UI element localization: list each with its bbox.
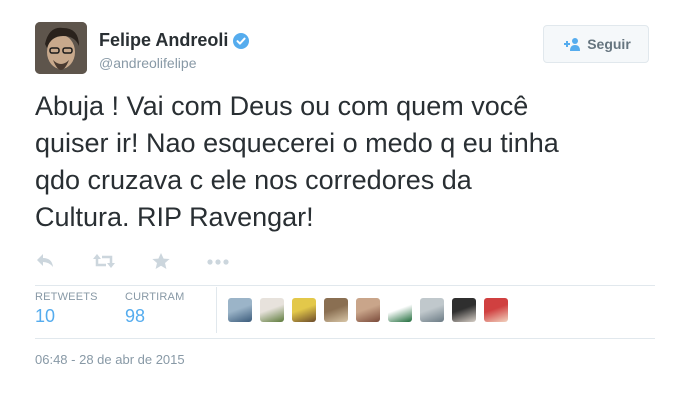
likes-count-stat[interactable]: CURTIRAM 98 [125,291,184,327]
liker-avatar[interactable] [260,298,284,322]
author-name[interactable]: Felipe Andreoli [99,30,228,51]
more-icon[interactable] [206,252,230,270]
tweet-line: quiser ir! Nao esquecerei o medo q eu ti… [35,128,559,158]
retweet-icon[interactable] [92,252,116,270]
liker-avatars [228,298,516,322]
author-name-row: Felipe Andreoli [99,30,250,51]
follow-button[interactable]: Seguir [543,25,649,63]
tweet-line: qdo cruzava c ele nos corredores da [35,165,472,195]
avatar-photo [35,22,87,74]
reply-icon[interactable] [35,252,55,270]
liker-avatar[interactable] [324,298,348,322]
tweet-timestamp[interactable]: 06:48 - 28 de abr de 2015 [35,352,185,367]
liker-avatar[interactable] [420,298,444,322]
stats-separator [216,287,217,333]
likes-label: CURTIRAM [125,291,185,303]
liker-avatar[interactable] [484,298,508,322]
tweet-line: Cultura. RIP Ravengar! [35,202,314,232]
tweet-line: Abuja ! Vai com Deus ou com quem você [35,91,529,121]
tweet-text: Abuja ! Vai com Deus ou com quem você qu… [35,88,675,236]
retweets-label: RETWEETS [35,291,98,303]
follow-button-label: Seguir [587,36,631,52]
author-avatar[interactable] [35,22,87,74]
liker-avatar[interactable] [356,298,380,322]
favorite-star-icon[interactable] [151,252,171,270]
liker-avatar[interactable] [292,298,316,322]
author-handle[interactable]: @andreolifelipe [99,55,197,71]
retweet-count-stat[interactable]: RETWEETS 10 [35,291,98,327]
add-user-icon [564,38,581,51]
liker-avatar[interactable] [452,298,476,322]
liker-avatar[interactable] [228,298,252,322]
divider-top [35,285,655,286]
liker-avatar[interactable] [388,298,412,322]
retweets-value: 10 [35,306,56,326]
likes-value: 98 [125,306,146,326]
divider-bottom [35,338,655,339]
verified-badge-icon [233,32,250,49]
